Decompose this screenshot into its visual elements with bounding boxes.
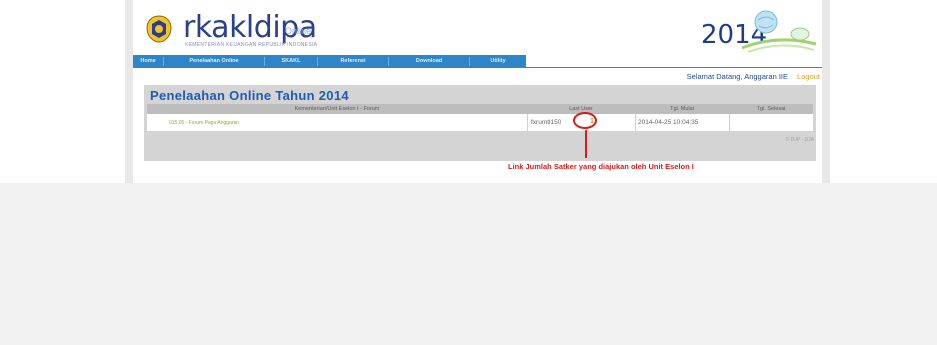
app-logo-subtitle: Online xyxy=(285,26,312,36)
nav-home[interactable]: Home xyxy=(133,55,163,68)
column-header-end-date: Tgl. Selesai xyxy=(756,106,786,112)
welcome-bar: Selamat Datang, Anggaran IIE Logout xyxy=(133,68,822,84)
annotation-text: Link Jumlah Satker yang diajukan oleh Un… xyxy=(508,162,694,171)
app-frame: rkakldipa Online KEMENTERIAN KEUANGAN RE… xyxy=(133,0,822,176)
nav-referensi[interactable]: Referensi xyxy=(318,55,388,68)
panel-footer: © DJP - DJA xyxy=(144,135,816,145)
column-header-forum: Kementerian/Unit Eselon I - Forum xyxy=(294,106,380,112)
forum-link[interactable]: 015.05 - Forum Pagu Anggaran xyxy=(169,120,239,126)
annotation-pointer-line xyxy=(585,130,587,158)
page-title: Penelaahan Online Tahun 2014 xyxy=(150,88,349,103)
welcome-message: Selamat Datang, Anggaran IIE xyxy=(686,72,788,81)
table-header: Kementerian/Unit Eselon I - Forum Last U… xyxy=(147,104,813,114)
column-header-start-date: Tgl. Mulai xyxy=(670,106,694,112)
highlight-circle xyxy=(573,112,597,129)
ministry-name: KEMENTERIAN KEUANGAN REPUBLIK INDONESIA xyxy=(185,42,318,48)
globe-mouse-decoration-icon xyxy=(741,10,817,53)
nav-skakl[interactable]: SKAKL xyxy=(265,55,317,68)
page-shadow-left xyxy=(125,0,133,183)
header: rkakldipa Online KEMENTERIAN KEUANGAN RE… xyxy=(133,0,822,55)
cell-divider xyxy=(527,114,528,131)
nav-penelaahan-online[interactable]: Penelaahan Online xyxy=(164,55,264,68)
copyright-text: © DJP - DJA xyxy=(785,137,814,143)
cell-divider xyxy=(635,114,636,131)
table-row: 015.05 - Forum Pagu Anggaran fxrumtl150 … xyxy=(147,114,813,131)
page-shadow-right xyxy=(822,0,830,183)
nav-download[interactable]: Download xyxy=(389,55,469,68)
start-date-cell: 2014-04-25 10:04:35 xyxy=(638,119,699,126)
end-date-cell xyxy=(732,114,812,131)
nav-utility[interactable]: Utility xyxy=(470,55,526,68)
cell-divider xyxy=(729,114,730,131)
main-navbar: Home Penelaahan Online SKAKL Referensi D… xyxy=(133,55,822,68)
forum-cell: 015.05 - Forum Pagu Anggaran xyxy=(169,114,509,131)
logout-link[interactable]: Logout xyxy=(797,72,820,81)
review-panel: Penelaahan Online Tahun 2014 Kementerian… xyxy=(144,85,816,161)
ministry-emblem-icon xyxy=(146,15,172,43)
